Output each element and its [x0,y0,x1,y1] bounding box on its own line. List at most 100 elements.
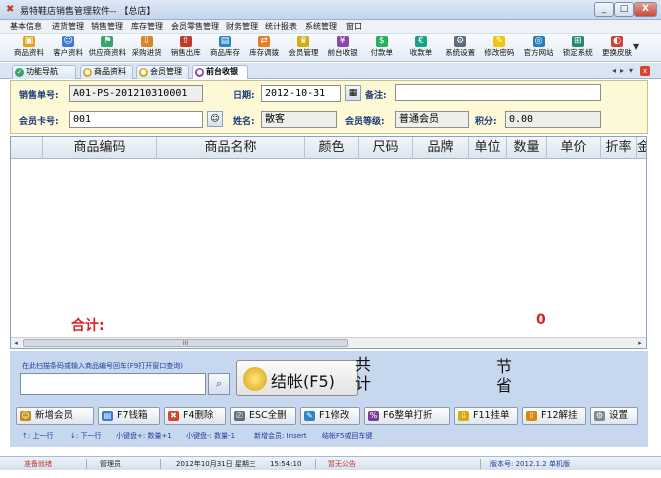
menu-purchase[interactable]: 进货管理 [52,21,84,33]
menu-system[interactable]: 系统管理 [305,21,337,33]
toolbar-button[interactable]: ⇧ 销售出库 [165,35,207,61]
hint-new-member: 新增会员: Insert [254,432,307,440]
hold-order-icon: ⇩ [458,411,469,421]
function-button[interactable]: ⇩ F11挂单 [454,407,518,425]
status-separator [315,459,316,469]
function-button[interactable]: ☺ 新增会员 [16,407,94,425]
toolbar-button[interactable]: € 收款单 [400,35,442,61]
remark-field[interactable] [395,84,601,101]
column-header-discount-rate[interactable]: 折率 [601,137,637,159]
password-icon: ✎ [493,36,506,47]
status-version: 版本号: 2012.1.2 单机版 [490,460,570,468]
toolbar-button[interactable]: $ 付款单 [361,35,403,61]
tab-item[interactable]: ✓ 功能导航 [12,65,76,79]
tab-item[interactable]: ● 商品资料 [80,65,133,79]
toolbar-button[interactable]: ♛ 会员管理 [282,35,324,61]
tab-item[interactable]: ● 会员管理 [136,65,189,79]
toolbar-button[interactable]: ⊞ 锁定系统 [557,35,599,61]
menu-sales[interactable]: 销售管理 [91,21,123,33]
sales-out-icon: ⇧ [179,36,192,47]
toolbar-button-label: 系统设置 [445,48,476,57]
menu-reports[interactable]: 统计报表 [265,21,297,33]
horizontal-scrollbar[interactable]: ◂ III ▸ [11,337,646,348]
total-word-1: 共 [354,355,371,374]
column-header-product-code[interactable]: 商品编码 [43,137,157,159]
tab-label: 功能导航 [26,67,58,76]
toolbar-button-label: 供应商资料 [88,48,127,57]
column-header-quantity[interactable]: 数量 [507,137,547,159]
toolbar-button[interactable]: ✎ 修改密码 [478,35,520,61]
column-header-size[interactable]: 尺码 [359,137,413,159]
function-button[interactable]: ⇧ F12解挂 [522,407,586,425]
toolbar-button-label: 锁定系统 [562,48,593,57]
member-card-label: 会员卡号: [19,117,59,127]
toolbar-button[interactable]: ⚑ 供应商资料 [86,35,128,61]
checkout-panel: 在此扫描条码或输入商品编号回车(F9打开窗口查询) ⌕ 结帐(F5) 共 计 节… [10,351,648,447]
toolbar-button[interactable]: ◎ 官方网站 [518,35,560,61]
tab-pin-icon[interactable]: ▾ [629,66,633,75]
menu-inventory[interactable]: 库存管理 [131,21,163,33]
app-icon: ✖ [6,4,15,15]
function-button[interactable]: ✖ F4删除 [164,407,226,425]
column-header-unit-price[interactable]: 单价 [547,137,601,159]
column-header-color[interactable]: 颜色 [305,137,359,159]
status-separator [160,459,161,469]
member-card-field[interactable]: 001 [69,111,203,128]
column-header-product-name[interactable]: 商品名称 [157,137,305,159]
toolbar-button[interactable]: ▣ 商品资料 [8,35,50,61]
column-header-brand[interactable]: 品牌 [413,137,469,159]
barcode-input[interactable] [20,373,206,395]
skin-icon: ◐ [611,36,623,47]
toolbar-button[interactable]: ⇄ 库存调拨 [243,35,285,61]
function-button[interactable]: ✎ F1修改 [300,407,360,425]
product-icon: ▣ [23,36,35,47]
calendar-icon[interactable]: ▦ [345,85,361,101]
status-ready: 准备就绪 [24,460,52,468]
menu-member-retail[interactable]: 会员零售管理 [171,21,219,33]
search-icon[interactable]: ⌕ [208,373,230,395]
tab-strip: ◂ ▸ ▾ x ✓ 功能导航 ● 商品资料 ● 会员管理 ● 前台收银 [0,63,661,79]
scroll-thumb[interactable]: III [23,339,348,347]
name-field: 散客 [261,111,337,128]
member-search-icon[interactable]: ☺ [207,111,223,127]
points-label: 积分: [475,117,497,127]
toolbar-button[interactable]: ◐ 更换皮肤 [596,35,638,61]
toolbar-button[interactable]: ☺ 客户资料 [47,35,89,61]
product-tab-icon: ● [83,68,92,77]
toolbar-button[interactable]: ▤ 商品库存 [204,35,246,61]
menu-basic-info[interactable]: 基本信息 [10,21,42,33]
tab-next-icon[interactable]: ▸ [620,66,624,75]
function-button-label: F4删除 [183,410,214,421]
scroll-right-icon[interactable]: ▸ [635,338,645,348]
toolbar-button-label: 收款单 [409,48,433,57]
column-header-unit[interactable]: 单位 [469,137,507,159]
minimize-button[interactable]: _ [594,2,614,17]
sales-items-grid[interactable]: 商品编码 商品名称 颜色 尺码 品牌 单位 数量 单价 折率 金 合计: 0 ◂… [10,136,647,349]
tab-item[interactable]: ● 前台收银 [192,65,248,79]
menu-finance[interactable]: 财务管理 [226,21,258,33]
maximize-button[interactable]: □ [614,2,634,17]
status-notice: 暂无公告 [328,460,356,468]
scroll-left-icon[interactable]: ◂ [11,338,21,348]
function-button[interactable]: ▤ F7钱箱 [98,407,160,425]
toolbar-button[interactable]: ¥ 前台收银 [322,35,364,61]
settings-icon: ⚙ [454,36,467,47]
toolbar-button-label: 采购进货 [131,48,162,57]
toolbar-button[interactable]: ⚙ 系统设置 [439,35,481,61]
toolbar-button[interactable]: ⇩ 采购进货 [126,35,168,61]
tab-close-button[interactable]: x [640,66,650,76]
tab-prev-icon[interactable]: ◂ [612,66,616,75]
close-button[interactable]: X [634,2,657,17]
points-field: 0.00 [505,111,601,128]
date-field[interactable]: 2012-10-31 [261,85,341,102]
function-button[interactable]: ⚙ 设置 [590,407,638,425]
function-button[interactable]: ⎚ ESC全删 [230,407,296,425]
nav-icon: ✓ [15,68,24,77]
menu-window[interactable]: 窗口 [346,21,362,33]
receipt-icon: € [415,36,427,47]
toolbar-button-label: 付款单 [370,48,394,57]
hint-qty-minus: 小键盘-: 数量-1 [186,432,236,440]
column-header-amount[interactable]: 金 [637,137,646,159]
checkout-button[interactable]: 结帐(F5) [236,360,358,396]
function-button[interactable]: % F6整单打折 [364,407,450,425]
